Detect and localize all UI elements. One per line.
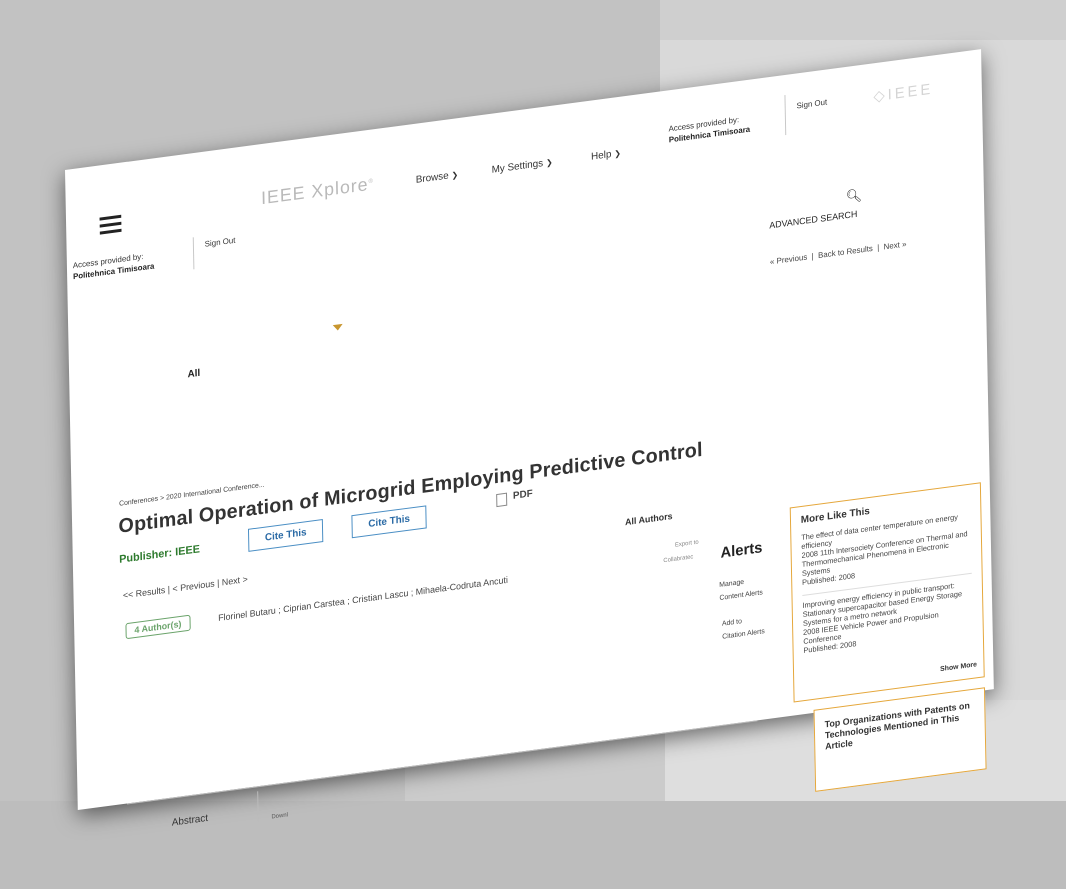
- export-label[interactable]: Export to: [675, 540, 699, 549]
- search-scope-select[interactable]: All: [188, 368, 201, 381]
- nav-help-label: Help: [591, 149, 612, 163]
- next-link[interactable]: Next »: [884, 239, 907, 251]
- cite-this-button-2[interactable]: Cite This: [351, 505, 427, 539]
- more-like-this-heading: More Like This: [800, 505, 870, 527]
- separator: |: [877, 243, 880, 253]
- nav-my-settings-label: My Settings: [491, 158, 544, 176]
- chevron-down-icon: ❯: [545, 157, 553, 168]
- nav-browse-label: Browse: [415, 170, 449, 186]
- pdf-link[interactable]: PDF: [513, 488, 533, 502]
- manage-content-alerts-link[interactable]: Manage Content Alerts: [719, 573, 763, 605]
- all-authors-link[interactable]: All Authors: [625, 511, 673, 527]
- back-to-results-link[interactable]: Back to Results: [818, 244, 873, 260]
- nav-my-settings[interactable]: My Settings ❯: [492, 157, 553, 176]
- browser-page: Access provided by: Politehnica Timisoar…: [65, 49, 994, 829]
- authors-list[interactable]: Florinel Butaru ; Ciprian Carstea ; Cris…: [218, 575, 508, 623]
- menu-icon[interactable]: [99, 214, 122, 239]
- alerts-heading: Alerts: [720, 539, 763, 562]
- separator: |: [811, 251, 814, 261]
- collabratec-link[interactable]: Collabratec: [663, 554, 693, 564]
- tab-download[interactable]: Downl: [271, 812, 288, 820]
- sign-out-link-right[interactable]: Sign Out: [796, 97, 827, 110]
- dropdown-caret-icon[interactable]: [332, 323, 343, 332]
- pdf-icon[interactable]: [496, 492, 508, 508]
- nav-help[interactable]: Help ❯: [591, 148, 621, 163]
- cite-this-button[interactable]: Cite This: [247, 518, 324, 552]
- ieee-logo[interactable]: ◇IEEE: [873, 80, 933, 106]
- related-article[interactable]: Improving energy efficiency in public tr…: [802, 579, 973, 655]
- tab-abstract[interactable]: Abstract: [172, 813, 208, 829]
- ieee-xplore-logo[interactable]: IEEE Xplore®: [261, 173, 374, 209]
- add-citation-alerts-link[interactable]: Add to Citation Alerts: [722, 612, 765, 644]
- chevron-down-icon: ❯: [451, 170, 459, 181]
- show-more-link[interactable]: Show More: [940, 661, 977, 673]
- chevron-down-icon: ❯: [614, 148, 622, 159]
- header-divider-right: [784, 94, 787, 136]
- nav-browse[interactable]: Browse ❯: [416, 169, 459, 186]
- more-like-this-box: More Like This The effect of data center…: [789, 482, 985, 703]
- results-navigation[interactable]: << Results | < Previous | Next >: [123, 574, 248, 600]
- advanced-search-link[interactable]: ADVANCED SEARCH: [769, 209, 857, 231]
- previous-link[interactable]: « Previous: [770, 253, 807, 267]
- search-icon[interactable]: 🔍︎: [846, 187, 863, 205]
- sign-out-link[interactable]: Sign Out: [205, 236, 236, 249]
- background-panel-top: [660, 0, 1066, 40]
- publisher-label: Publisher: IEEE: [119, 543, 201, 566]
- result-pagination: « Previous | Back to Results | Next »: [770, 239, 907, 266]
- logo-text: IEEE Xplore: [260, 174, 369, 209]
- authors-count-badge[interactable]: 4 Author(s): [125, 614, 191, 640]
- top-organizations-heading: Top Organizations with Patents on Techno…: [824, 700, 970, 752]
- header-divider: [192, 237, 195, 270]
